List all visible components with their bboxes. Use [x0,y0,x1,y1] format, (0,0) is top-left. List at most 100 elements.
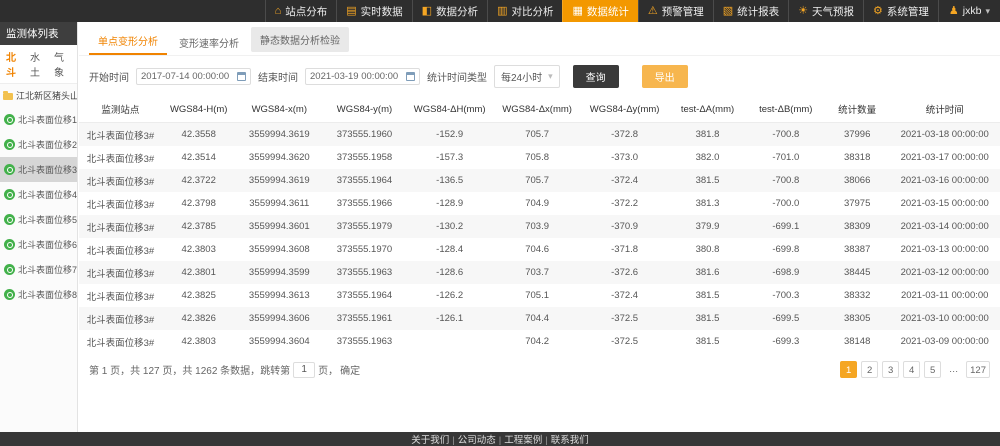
table-cell: -701.0 [747,146,825,169]
footer-link-4[interactable]: 联系我们 [551,435,589,446]
nav-item-weather-forecast[interactable]: ☀天气预报 [788,0,863,22]
nav-item-realtime-data[interactable]: ▤实时数据 [336,0,411,22]
column-header: 统计数量 [825,96,889,123]
table-cell: -371.8 [581,238,668,261]
query-button[interactable]: 查询 [573,65,619,88]
table-cell: 42.3803 [162,238,236,261]
pagination-pages: 12345…127 [840,361,990,378]
table-row[interactable]: 北斗表面位移3#42.35143559994.3620373555.1958-1… [79,146,1000,169]
footer-link-1[interactable]: 关于我们 [411,435,449,446]
page-button-127[interactable]: 127 [966,361,990,378]
tree-root-label: 江北新区猪头山... [16,89,77,102]
table-row[interactable]: 北斗表面位移3#42.37223559994.3619373555.1964-1… [79,169,1000,192]
nav-item-comparison-analysis[interactable]: ▥对比分析 [487,0,562,22]
user-menu[interactable]: ♟ jxkb [938,0,1000,22]
page-button-3[interactable]: 3 [882,361,899,378]
chevron-down-icon [985,5,990,17]
gnss-station-icon [4,114,15,125]
sidebar-item-station-8[interactable]: 北斗表面位移8# [0,282,77,307]
table-row[interactable]: 北斗表面位移3#42.38013559994.3599373555.1963-1… [79,261,1000,284]
interval-select[interactable]: 每24小时 [494,65,560,88]
sidebar-item-label: 北斗表面位移6# [18,238,77,251]
table-cell: -128.4 [406,238,493,261]
calendar-icon[interactable] [237,72,246,81]
table-cell: 381.3 [668,192,746,215]
table-cell: 373555.1966 [323,192,406,215]
sidebar-item-station-3[interactable]: 北斗表面位移3# [0,157,77,182]
tab-single-point-deformation[interactable]: 单点变形分析 [89,28,167,55]
page-button-1[interactable]: 1 [840,361,857,378]
nav-item-data-analysis[interactable]: ◧数据分析 [412,0,487,22]
table-cell: 42.3558 [162,123,236,147]
main-tabs: 单点变形分析 变形速率分析 静态数据分析检验 [79,22,1000,56]
sidebar-item-station-5[interactable]: 北斗表面位移5# [0,207,77,232]
table-cell: 381.5 [668,284,746,307]
page-button-2[interactable]: 2 [861,361,878,378]
nav-item-label: 实时数据 [361,4,403,19]
table-cell: 38387 [825,238,889,261]
nav-item-statistic-report[interactable]: ▧统计报表 [713,0,788,22]
alert-icon: ⚠ [648,6,658,17]
table-row[interactable]: 北斗表面位移3#42.38263559994.3606373555.1961-1… [79,307,1000,330]
table-row[interactable]: 北斗表面位移3#42.38033559994.3608373555.1970-1… [79,238,1000,261]
page-button-4[interactable]: 4 [903,361,920,378]
table-cell: 北斗表面位移3# [79,307,162,330]
table-cell: 2021-03-10 00:00:00 [889,307,1000,330]
interval-type-label: 统计时间类型 [427,69,487,84]
page-jump-input[interactable] [293,362,315,378]
nav-item-data-statistics[interactable]: ▦数据统计 [562,0,637,22]
table-cell: -700.8 [747,169,825,192]
table-cell: 38148 [825,330,889,353]
table-row[interactable]: 北斗表面位移3#42.35583559994.3619373555.1960-1… [79,123,1000,147]
table-cell: 2021-03-16 00:00:00 [889,169,1000,192]
table-cell: 北斗表面位移3# [79,123,162,147]
table-row[interactable]: 北斗表面位移3#42.38033559994.3604373555.196370… [79,330,1000,353]
sidebar-item-station-1[interactable]: 北斗表面位移1# [0,107,77,132]
sidebar-item-station-7[interactable]: 北斗表面位移7# [0,257,77,282]
nav-item-system-management[interactable]: ⚙系统管理 [863,0,938,22]
footer-link-2[interactable]: 公司动态 [458,435,496,446]
table-cell: 北斗表面位移3# [79,238,162,261]
export-button[interactable]: 导出 [642,65,688,88]
page-jump-confirm[interactable]: 确定 [340,362,360,377]
tree-root[interactable]: 江北新区猪头山... [0,84,77,107]
table-row[interactable]: 北斗表面位移3#42.37853559994.3601373555.1979-1… [79,215,1000,238]
table-cell: 705.7 [493,123,580,147]
table-cell: 38066 [825,169,889,192]
tab-deformation-rate[interactable]: 变形速率分析 [170,30,248,55]
calendar-icon[interactable] [406,72,415,81]
pagination-summary: 第 1 页，共 127 页，共 1262 条数据，跳转第 页， 确定 [89,362,360,378]
gnss-station-icon [4,164,15,175]
nav-item-label: 站点分布 [285,4,327,19]
nav-item-label: 数据统计 [587,4,629,19]
nav-item-warning-management[interactable]: ⚠预警管理 [638,0,713,22]
table-row[interactable]: 北斗表面位移3#42.37983559994.3611373555.1966-1… [79,192,1000,215]
footer: 关于我们|公司动态|工程案例|联系我们 [0,432,1000,446]
sidebar-item-station-6[interactable]: 北斗表面位移6# [0,232,77,257]
sidebar-tab-beidou[interactable]: 北斗 [6,49,23,79]
nav-item-site-distribution[interactable]: ⌂站点分布 [265,0,337,22]
sidebar-item-station-4[interactable]: 北斗表面位移4# [0,182,77,207]
tree-items: 北斗表面位移1#北斗表面位移2#北斗表面位移3#北斗表面位移4#北斗表面位移5#… [0,107,77,307]
column-header: 统计时间 [889,96,1000,123]
table-cell: 2021-03-09 00:00:00 [889,330,1000,353]
table-row[interactable]: 北斗表面位移3#42.38253559994.3613373555.1964-1… [79,284,1000,307]
end-time-input[interactable] [310,71,406,82]
table-cell: 2021-03-15 00:00:00 [889,192,1000,215]
sidebar-item-label: 北斗表面位移8# [18,288,77,301]
table-cell: -372.4 [581,169,668,192]
gnss-station-icon [4,264,15,275]
footer-link-3[interactable]: 工程案例 [504,435,542,446]
start-time-input[interactable] [141,71,237,82]
sidebar-item-station-2[interactable]: 北斗表面位移2# [0,132,77,157]
page-button-5[interactable]: 5 [924,361,941,378]
table-cell: 3559994.3608 [236,238,323,261]
table-cell: 381.6 [668,261,746,284]
sidebar-tab-soil[interactable]: 水土 [30,49,47,79]
tab-static-data-analysis[interactable]: 静态数据分析检验 [251,27,349,52]
pagination-after-text: 页， [318,362,338,377]
table-cell: -700.3 [747,284,825,307]
table-cell: 3559994.3619 [236,169,323,192]
sidebar-tab-weather[interactable]: 气象 [54,49,71,79]
filter-bar: 开始时间 结束时间 统计时间类型 每24小时 查询 导出 [79,56,1000,96]
